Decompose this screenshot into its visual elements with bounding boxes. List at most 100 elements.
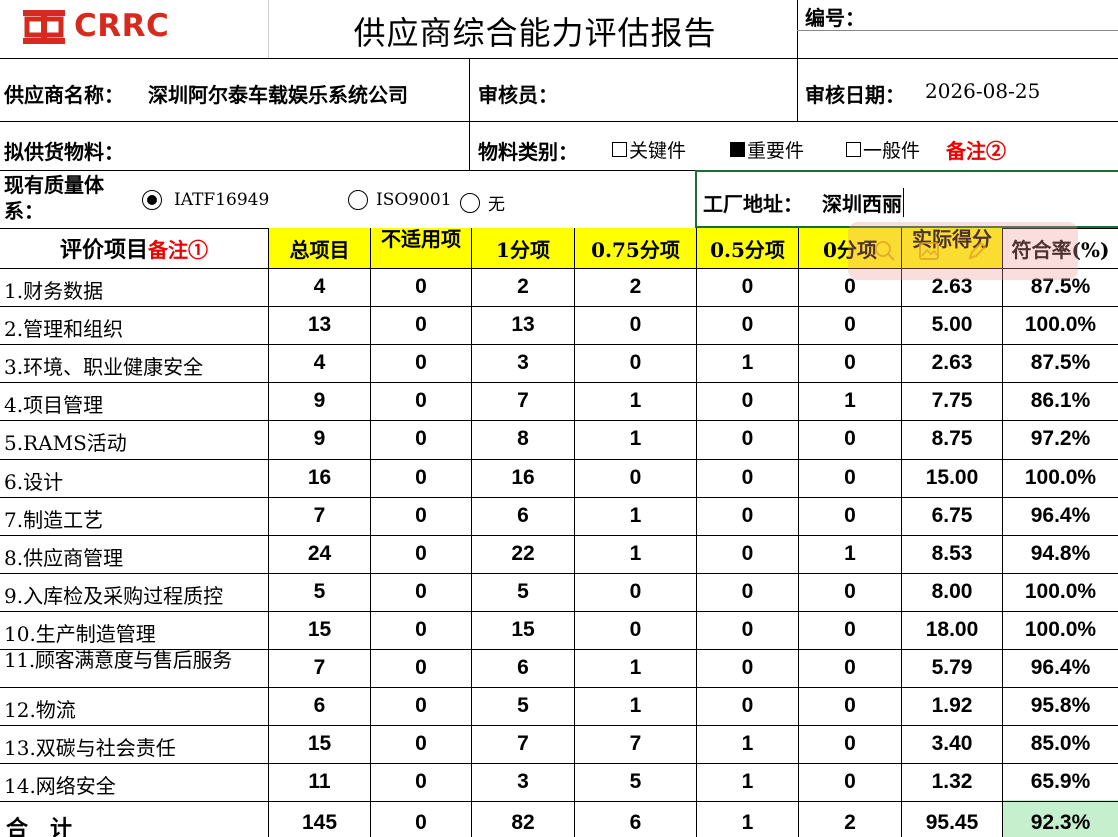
cell-total[interactable]: 9 bbox=[269, 389, 370, 413]
search-icon[interactable] bbox=[874, 240, 896, 262]
cell-zero[interactable]: 1 bbox=[799, 389, 901, 413]
cell-half[interactable]: 0 bbox=[697, 656, 798, 680]
cell-na[interactable]: 0 bbox=[371, 389, 471, 413]
cell-half[interactable]: 0 bbox=[697, 618, 798, 642]
cell-na[interactable]: 0 bbox=[371, 542, 471, 566]
cell-zero[interactable]: 0 bbox=[799, 466, 901, 490]
cell-tq[interactable]: 6 bbox=[575, 811, 696, 835]
cell-rate[interactable]: 94.8% bbox=[1003, 542, 1118, 566]
cell-rate[interactable]: 87.5% bbox=[1003, 351, 1118, 375]
cell-score[interactable]: 8.75 bbox=[902, 427, 1002, 451]
cell-zero[interactable]: 2 bbox=[799, 811, 901, 835]
number-label[interactable]: 编号： bbox=[805, 2, 865, 31]
cell-rate[interactable]: 100.0% bbox=[1003, 618, 1118, 642]
cell-one[interactable]: 3 bbox=[472, 770, 574, 794]
cell-zero[interactable]: 0 bbox=[799, 580, 901, 604]
radio-none[interactable]: 无 bbox=[460, 190, 505, 215]
cell-zero[interactable]: 0 bbox=[799, 770, 901, 794]
cell-zero[interactable]: 0 bbox=[799, 618, 901, 642]
cell-score[interactable]: 7.75 bbox=[902, 389, 1002, 413]
cell-tq[interactable]: 1 bbox=[575, 427, 696, 451]
cell-tq[interactable]: 0 bbox=[575, 466, 696, 490]
cell-na[interactable]: 0 bbox=[371, 275, 471, 299]
cell-na[interactable]: 0 bbox=[371, 770, 471, 794]
cell-na[interactable]: 0 bbox=[371, 694, 471, 718]
cell-na[interactable]: 0 bbox=[371, 732, 471, 756]
cell-score[interactable]: 8.53 bbox=[902, 542, 1002, 566]
cell-score[interactable]: 8.00 bbox=[902, 580, 1002, 604]
cell-half[interactable]: 1 bbox=[697, 770, 798, 794]
cell-half[interactable]: 0 bbox=[697, 466, 798, 490]
cell-na[interactable]: 0 bbox=[371, 618, 471, 642]
cell-total[interactable]: 4 bbox=[269, 351, 370, 375]
cell-rate[interactable]: 96.4% bbox=[1003, 504, 1118, 528]
cell-rate[interactable]: 96.4% bbox=[1003, 656, 1118, 680]
cell-one[interactable]: 13 bbox=[472, 313, 574, 337]
supplier-name-value[interactable]: 深圳阿尔泰车载娱乐系统公司 bbox=[148, 79, 408, 108]
cell-rate[interactable]: 65.9% bbox=[1003, 770, 1118, 794]
cell-half[interactable]: 0 bbox=[697, 427, 798, 451]
cell-tq[interactable]: 0 bbox=[575, 351, 696, 375]
cell-total[interactable]: 11 bbox=[269, 770, 370, 794]
category-important-checkbox[interactable]: 重要件 bbox=[730, 136, 804, 163]
cell-total[interactable]: 7 bbox=[269, 656, 370, 680]
radio-iatf16949[interactable]: IATF16949 bbox=[142, 190, 269, 210]
cell-zero[interactable]: 0 bbox=[799, 732, 901, 756]
cell-half[interactable]: 0 bbox=[697, 694, 798, 718]
cell-tq[interactable]: 1 bbox=[575, 694, 696, 718]
cell-tq[interactable]: 0 bbox=[575, 580, 696, 604]
cell-tq[interactable]: 0 bbox=[575, 313, 696, 337]
cell-rate[interactable]: 85.0% bbox=[1003, 732, 1118, 756]
cell-half[interactable]: 1 bbox=[697, 732, 798, 756]
cell-zero[interactable]: 0 bbox=[799, 656, 901, 680]
cell-one[interactable]: 6 bbox=[472, 504, 574, 528]
cell-total[interactable]: 5 bbox=[269, 580, 370, 604]
cell-zero[interactable]: 0 bbox=[799, 351, 901, 375]
cell-one[interactable]: 15 bbox=[472, 618, 574, 642]
cell-one[interactable]: 22 bbox=[472, 542, 574, 566]
cell-total[interactable]: 16 bbox=[269, 466, 370, 490]
cell-na[interactable]: 0 bbox=[371, 351, 471, 375]
cell-score[interactable]: 15.00 bbox=[902, 466, 1002, 490]
cell-total[interactable]: 4 bbox=[269, 275, 370, 299]
review-date-value[interactable]: 2026-08-25 bbox=[925, 79, 1040, 103]
cell-one[interactable]: 8 bbox=[472, 427, 574, 451]
cell-one[interactable]: 7 bbox=[472, 732, 574, 756]
factory-address-value[interactable]: 深圳西丽 bbox=[822, 188, 904, 217]
cell-na[interactable]: 0 bbox=[371, 313, 471, 337]
cell-score[interactable]: 5.00 bbox=[902, 313, 1002, 337]
category-key-checkbox[interactable]: 关键件 bbox=[612, 136, 686, 163]
cell-zero[interactable]: 0 bbox=[799, 504, 901, 528]
cell-tq[interactable]: 1 bbox=[575, 504, 696, 528]
cell-total[interactable]: 6 bbox=[269, 694, 370, 718]
cell-one[interactable]: 3 bbox=[472, 351, 574, 375]
cell-one[interactable]: 7 bbox=[472, 389, 574, 413]
cell-score[interactable]: 6.75 bbox=[902, 504, 1002, 528]
cell-one[interactable]: 5 bbox=[472, 580, 574, 604]
image-icon[interactable] bbox=[918, 240, 940, 262]
cell-na[interactable]: 0 bbox=[371, 504, 471, 528]
cell-na[interactable]: 0 bbox=[371, 811, 471, 835]
cell-zero[interactable]: 0 bbox=[799, 313, 901, 337]
cell-tq[interactable]: 1 bbox=[575, 656, 696, 680]
cell-na[interactable]: 0 bbox=[371, 580, 471, 604]
cell-score[interactable]: 18.00 bbox=[902, 618, 1002, 642]
cell-total[interactable]: 9 bbox=[269, 427, 370, 451]
cell-total[interactable]: 13 bbox=[269, 313, 370, 337]
cell-half[interactable]: 0 bbox=[697, 504, 798, 528]
cell-tq[interactable]: 2 bbox=[575, 275, 696, 299]
cell-tq[interactable]: 5 bbox=[575, 770, 696, 794]
cell-tq[interactable]: 0 bbox=[575, 618, 696, 642]
edit-icon[interactable] bbox=[966, 240, 988, 262]
cell-tq[interactable]: 7 bbox=[575, 732, 696, 756]
cell-zero[interactable]: 0 bbox=[799, 694, 901, 718]
cell-one[interactable]: 5 bbox=[472, 694, 574, 718]
cell-half[interactable]: 1 bbox=[697, 351, 798, 375]
cell-half[interactable]: 0 bbox=[697, 389, 798, 413]
cell-rate[interactable]: 92.3% bbox=[1003, 811, 1118, 835]
cell-half[interactable]: 0 bbox=[697, 580, 798, 604]
cell-rate[interactable]: 97.2% bbox=[1003, 427, 1118, 451]
cell-tq[interactable]: 1 bbox=[575, 542, 696, 566]
cell-half[interactable]: 0 bbox=[697, 275, 798, 299]
cell-na[interactable]: 0 bbox=[371, 466, 471, 490]
